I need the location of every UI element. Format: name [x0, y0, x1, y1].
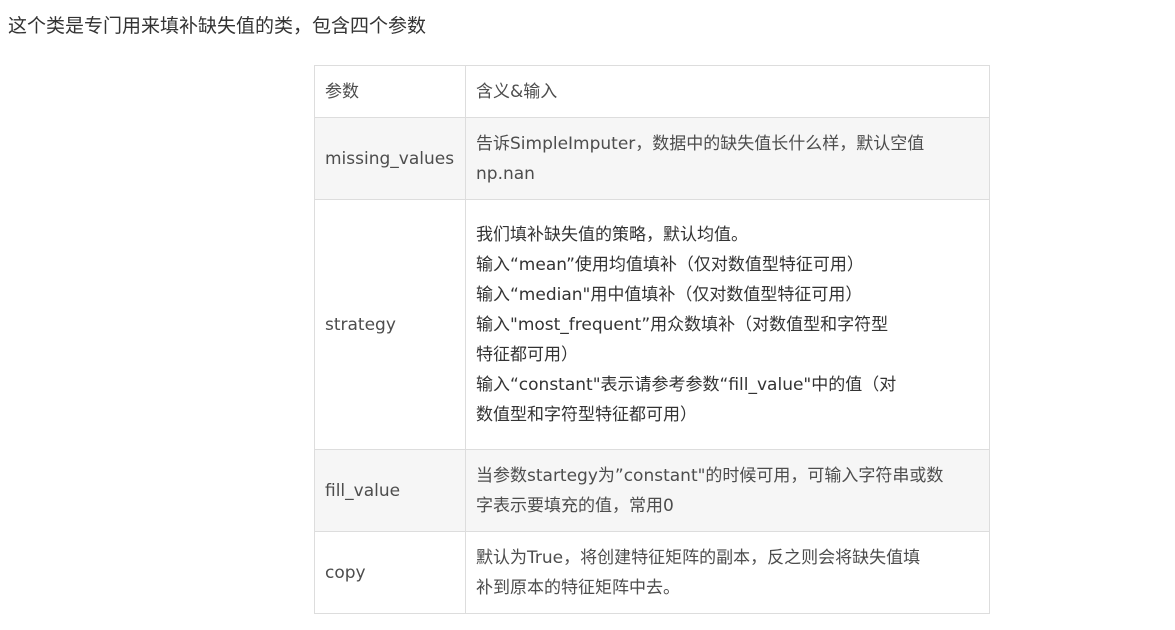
- description-line: 字表示要填充的值，常用0: [476, 495, 674, 516]
- table-row: copy 默认为True，将创建特征矩阵的副本，反之则会将缺失值填 补到原本的特…: [314, 531, 990, 614]
- description-line: 数值型和字符型特征都可用）: [476, 404, 697, 425]
- table-row: missing_values 告诉SimpleImputer，数据中的缺失值长什…: [314, 117, 990, 200]
- table-row: strategy 我们填补缺失值的策略，默认均值。 输入“mean”使用均值填补…: [314, 199, 990, 450]
- description-line: 当参数startegy为”constant"的时候可用，可输入字符串或数: [476, 465, 944, 486]
- description-line: 特征都可用）: [476, 344, 578, 365]
- param-description-cell: 默认为True，将创建特征矩阵的副本，反之则会将缺失值填 补到原本的特征矩阵中去…: [465, 531, 990, 614]
- description-line: 输入"most_frequent”用众数填补（对数值型和字符型: [476, 314, 889, 335]
- intro-text: 这个类是专门用来填补缺失值的类，包含四个参数: [8, 15, 427, 37]
- description-line: 输入“constant"表示请参考参数“fill_value"中的值（对: [476, 374, 897, 395]
- param-name-cell: strategy: [314, 199, 466, 450]
- param-name-cell: fill_value: [314, 449, 466, 532]
- parameter-table: 参数 含义&输入 missing_values 告诉SimpleImputer，…: [314, 65, 990, 614]
- table-row: fill_value 当参数startegy为”constant"的时候可用，可…: [314, 449, 990, 532]
- param-name-cell: copy: [314, 531, 466, 614]
- description-line: 告诉SimpleImputer，数据中的缺失值长什么样，默认空值: [476, 133, 925, 154]
- param-description-cell: 当参数startegy为”constant"的时候可用，可输入字符串或数 字表示…: [465, 449, 990, 532]
- header-param-cell: 参数: [314, 65, 466, 118]
- param-description-cell: 告诉SimpleImputer，数据中的缺失值长什么样，默认空值 np.nan: [465, 117, 990, 200]
- description-line: 我们填补缺失值的策略，默认均值。: [476, 224, 748, 245]
- table-header-row: 参数 含义&输入: [314, 65, 990, 118]
- header-meaning-cell: 含义&输入: [465, 65, 990, 118]
- description-line: 输入“mean”使用均值填补（仅对数值型特征可用）: [476, 254, 864, 275]
- description-line: 输入“median"用中值填补（仅对数值型特征可用）: [476, 284, 863, 305]
- param-name-cell: missing_values: [314, 117, 466, 200]
- description-line: 补到原本的特征矩阵中去。: [476, 577, 680, 598]
- description-line: 默认为True，将创建特征矩阵的副本，反之则会将缺失值填: [476, 547, 921, 568]
- description-line: np.nan: [476, 163, 535, 184]
- param-description-cell: 我们填补缺失值的策略，默认均值。 输入“mean”使用均值填补（仅对数值型特征可…: [465, 199, 990, 450]
